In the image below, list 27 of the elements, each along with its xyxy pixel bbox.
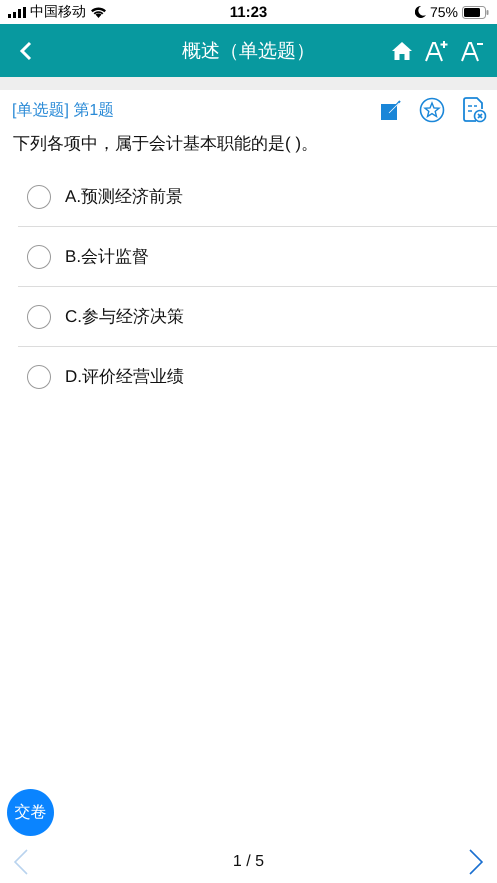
battery-percent: 75% (430, 4, 458, 20)
answer-option[interactable]: B.会计监督 (18, 227, 497, 287)
radio-button[interactable] (27, 184, 51, 208)
radio-button[interactable] (27, 364, 51, 388)
submit-button[interactable]: 交卷 (7, 789, 54, 836)
edit-note-icon[interactable] (381, 100, 401, 120)
moon-icon (414, 6, 426, 18)
question-text: 下列各项中，属于会计基本职能的是( )。 (12, 133, 320, 155)
back-icon[interactable] (20, 40, 32, 60)
remove-document-icon[interactable] (463, 97, 487, 123)
status-time: 11:23 (230, 4, 268, 20)
battery-icon (462, 6, 489, 18)
font-decrease-icon[interactable] (461, 40, 483, 62)
answer-option[interactable]: D.评价经营业绩 (18, 347, 497, 406)
answer-option[interactable]: C.参与经济决策 (18, 287, 497, 347)
page-indicator: 1 / 5 (232, 852, 264, 870)
carrier-name: 中国移动 (30, 3, 86, 21)
question-type-label: [单选题] 第1题 (12, 100, 114, 120)
page-title: 概述（单选题） (182, 40, 315, 64)
radio-button[interactable] (27, 244, 51, 268)
wifi-icon (90, 6, 107, 18)
home-icon[interactable] (391, 40, 413, 60)
radio-button[interactable] (27, 304, 51, 328)
font-increase-icon[interactable] (425, 40, 449, 62)
answer-option[interactable]: A.预测经济前景 (18, 167, 497, 227)
signal-icon (8, 6, 26, 18)
next-icon[interactable] (468, 848, 483, 874)
